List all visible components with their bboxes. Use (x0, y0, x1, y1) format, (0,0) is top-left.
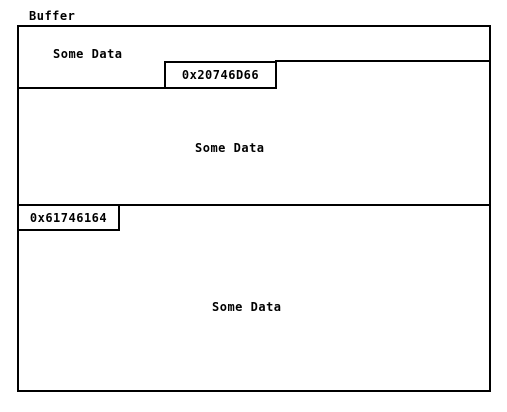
region-1-label: Some Data (53, 47, 123, 61)
address-2-text: 0x61746164 (29, 210, 108, 225)
address-1-text: 0x20746D66 (181, 68, 260, 82)
address-box-1: 0x20746D66 (164, 61, 277, 89)
region-2-label: Some Data (195, 141, 265, 155)
region-1-bottom-border (19, 87, 165, 89)
buffer-title: Buffer (29, 9, 76, 23)
region-1-top-right-border (275, 60, 489, 62)
address-box-2: 0x61746164 (17, 204, 120, 231)
region-3-label: Some Data (212, 300, 282, 314)
